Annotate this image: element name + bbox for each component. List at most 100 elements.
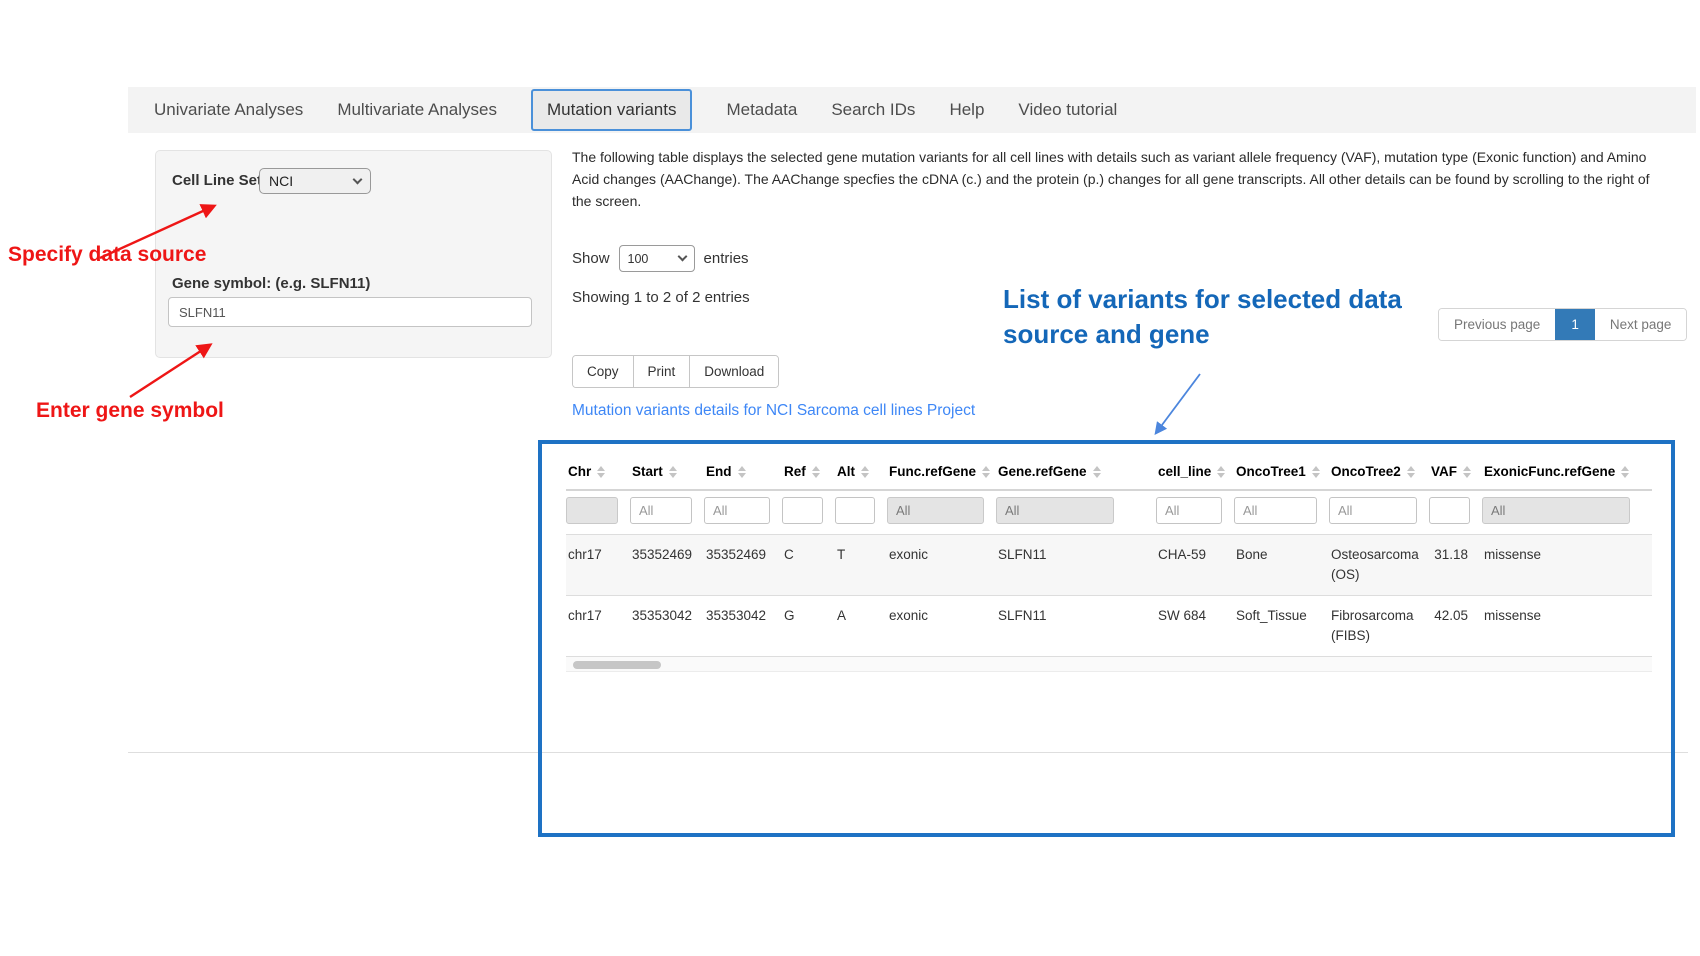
sort-icon xyxy=(1407,466,1415,478)
annotation-variants-list: List of variants for selected data sourc… xyxy=(1003,282,1402,352)
cell-chr: chr17 xyxy=(566,535,630,596)
filter-exonicfunc-refgene[interactable] xyxy=(1482,497,1630,524)
tab-search-ids[interactable]: Search IDs xyxy=(831,100,915,120)
main-nav-tabs: Univariate Analyses Multivariate Analyse… xyxy=(128,87,1696,133)
column-label: Alt xyxy=(837,464,855,479)
column-label: End xyxy=(706,464,732,479)
variants-table-annotation-box: Chr Start End Ref Alt Func.refGene Gene.… xyxy=(538,440,1675,837)
column-header-vaf[interactable]: VAF xyxy=(1429,456,1482,490)
table-row[interactable]: chr17 35353042 35353042 G A exonic SLFN1… xyxy=(566,596,1652,657)
tab-help[interactable]: Help xyxy=(949,100,984,120)
chevron-down-icon xyxy=(677,252,687,262)
cell-end: 35353042 xyxy=(704,596,782,657)
next-page-button[interactable]: Next page xyxy=(1595,309,1687,340)
cell-exonicfunc: missense xyxy=(1482,535,1652,596)
filter-oncotree1[interactable] xyxy=(1234,497,1317,524)
sort-icon xyxy=(669,466,677,478)
chevron-down-icon xyxy=(353,174,363,184)
column-label: ExonicFunc.refGene xyxy=(1484,464,1615,479)
cell-gene-refgene: SLFN11 xyxy=(996,535,1156,596)
filter-end[interactable] xyxy=(704,497,770,524)
cell-start: 35352469 xyxy=(630,535,704,596)
cell-gene-refgene: SLFN11 xyxy=(996,596,1156,657)
table-row[interactable]: chr17 35352469 35352469 C T exonic SLFN1… xyxy=(566,535,1652,596)
column-label: Gene.refGene xyxy=(998,464,1087,479)
tab-metadata[interactable]: Metadata xyxy=(726,100,797,120)
filter-func-refgene[interactable] xyxy=(887,497,984,524)
tab-mutation-variants[interactable]: Mutation variants xyxy=(531,89,692,131)
sort-icon xyxy=(1217,466,1225,478)
cell-ref: C xyxy=(782,535,835,596)
filter-alt[interactable] xyxy=(835,497,875,524)
cell-line-set-value: NCI xyxy=(269,173,293,189)
column-header-exonicfunc-refgene[interactable]: ExonicFunc.refGene xyxy=(1482,456,1652,490)
cell-vaf: 31.18 xyxy=(1429,535,1482,596)
filter-gene-refgene[interactable] xyxy=(996,497,1114,524)
sort-icon xyxy=(861,466,869,478)
cell-end: 35352469 xyxy=(704,535,782,596)
cell-line-set-select[interactable]: NCI xyxy=(259,168,371,194)
column-label: cell_line xyxy=(1158,464,1211,479)
table-header-row: Chr Start End Ref Alt Func.refGene Gene.… xyxy=(566,456,1652,490)
annotation-variants-line2: source and gene xyxy=(1003,317,1402,352)
current-page-button[interactable]: 1 xyxy=(1555,309,1595,340)
cell-oncotree2: Osteosarcoma (OS) xyxy=(1329,535,1429,596)
show-label: Show xyxy=(572,250,610,267)
horizontal-scrollbar-track[interactable] xyxy=(566,656,1652,672)
gene-symbol-label: Gene symbol: (e.g. SLFN11) xyxy=(172,275,370,292)
column-header-oncotree2[interactable]: OncoTree2 xyxy=(1329,456,1429,490)
column-header-cell-line[interactable]: cell_line xyxy=(1156,456,1234,490)
column-header-func-refgene[interactable]: Func.refGene xyxy=(887,456,996,490)
annotation-specify-data-source: Specify data source xyxy=(8,243,206,267)
column-header-ref[interactable]: Ref xyxy=(782,456,835,490)
column-header-alt[interactable]: Alt xyxy=(835,456,887,490)
column-label: OncoTree2 xyxy=(1331,464,1401,479)
horizontal-scrollbar-thumb[interactable] xyxy=(573,661,661,669)
previous-page-button[interactable]: Previous page xyxy=(1439,309,1555,340)
page-length-value: 100 xyxy=(628,252,649,266)
copy-button[interactable]: Copy xyxy=(573,356,633,387)
cell-alt: A xyxy=(835,596,887,657)
sort-icon xyxy=(738,466,746,478)
cell-vaf: 42.05 xyxy=(1429,596,1482,657)
show-entries-row: Show 100 entries xyxy=(572,245,749,272)
filter-cell-line[interactable] xyxy=(1156,497,1222,524)
filter-vaf[interactable] xyxy=(1429,497,1470,524)
cell-oncotree1: Soft_Tissue xyxy=(1234,596,1329,657)
tab-univariate-analyses[interactable]: Univariate Analyses xyxy=(154,100,303,120)
filter-oncotree2[interactable] xyxy=(1329,497,1417,524)
sort-icon xyxy=(1093,466,1101,478)
blue-arrow-to-table xyxy=(1156,374,1200,433)
table-title-link[interactable]: Mutation variants details for NCI Sarcom… xyxy=(572,402,975,420)
cell-cell-line: SW 684 xyxy=(1156,596,1234,657)
table-filter-row xyxy=(566,490,1652,535)
filter-chr[interactable] xyxy=(566,497,618,524)
gene-symbol-input[interactable] xyxy=(168,297,532,327)
column-header-end[interactable]: End xyxy=(704,456,782,490)
column-header-chr[interactable]: Chr xyxy=(566,456,630,490)
page-length-select[interactable]: 100 xyxy=(619,245,695,272)
print-button[interactable]: Print xyxy=(633,356,690,387)
pagination: Previous page 1 Next page xyxy=(1438,308,1687,341)
tab-video-tutorial[interactable]: Video tutorial xyxy=(1018,100,1117,120)
sort-icon xyxy=(1312,466,1320,478)
column-header-oncotree1[interactable]: OncoTree1 xyxy=(1234,456,1329,490)
showing-entries-info: Showing 1 to 2 of 2 entries xyxy=(572,289,750,306)
download-button[interactable]: Download xyxy=(689,356,778,387)
cell-exonicfunc: missense xyxy=(1482,596,1652,657)
filter-start[interactable] xyxy=(630,497,692,524)
sort-icon xyxy=(597,466,605,478)
description-text: The following table displays the selecte… xyxy=(572,146,1652,212)
sort-icon xyxy=(1621,466,1629,478)
column-header-start[interactable]: Start xyxy=(630,456,704,490)
column-header-gene-refgene[interactable]: Gene.refGene xyxy=(996,456,1156,490)
cell-oncotree1: Bone xyxy=(1234,535,1329,596)
filter-ref[interactable] xyxy=(782,497,823,524)
variants-table: Chr Start End Ref Alt Func.refGene Gene.… xyxy=(566,456,1652,672)
cell-chr: chr17 xyxy=(566,596,630,657)
column-label: Func.refGene xyxy=(889,464,976,479)
column-label: VAF xyxy=(1431,464,1457,479)
cell-ref: G xyxy=(782,596,835,657)
column-label: Start xyxy=(632,464,663,479)
tab-multivariate-analyses[interactable]: Multivariate Analyses xyxy=(337,100,497,120)
